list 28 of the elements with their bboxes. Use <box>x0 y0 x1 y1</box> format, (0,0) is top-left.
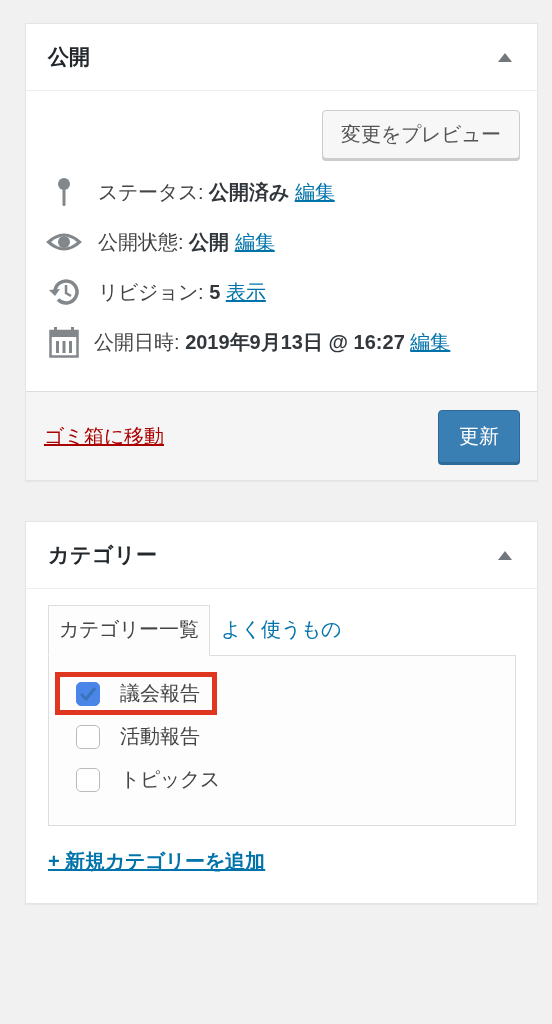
eye-icon <box>45 231 83 253</box>
checkbox[interactable] <box>76 724 100 749</box>
category-label: 活動報告 <box>120 724 200 749</box>
calendar-icon <box>49 326 79 358</box>
update-button[interactable]: 更新 <box>438 410 520 463</box>
trash-link[interactable]: ゴミ箱に移動 <box>44 423 164 450</box>
pin-icon <box>57 177 71 207</box>
panel-title: 公開 <box>48 44 90 70</box>
history-icon <box>48 277 80 307</box>
edit-link[interactable]: 編集 <box>294 181 335 203</box>
collapse-toggle-icon[interactable] <box>497 550 513 560</box>
checkbox[interactable] <box>76 767 100 792</box>
meta-text: ステータス: 公開済み 編集 <box>98 180 335 205</box>
checkbox[interactable] <box>76 681 100 706</box>
tab[interactable]: よく使うもの <box>210 605 352 656</box>
edit-link[interactable]: 編集 <box>410 331 451 353</box>
preview-button[interactable]: 変更をプレビュー <box>322 110 520 159</box>
meta-text: 公開状態: 公開 編集 <box>98 230 275 255</box>
edit-link[interactable]: 編集 <box>234 231 275 253</box>
edit-link[interactable]: 表示 <box>225 281 266 303</box>
meta-text: リビジョン: 5 表示 <box>98 280 266 305</box>
tab[interactable]: カテゴリー一覧 <box>48 605 210 656</box>
category-label: トピックス <box>120 767 220 792</box>
meta-text: 公開日時: 2019年9月13日 @ 16:27 編集 <box>94 331 451 353</box>
collapse-toggle-icon[interactable] <box>497 52 513 62</box>
category-label: 議会報告 <box>120 681 200 706</box>
add-category-link[interactable]: + 新規カテゴリーを追加 <box>48 848 266 875</box>
panel-title: カテゴリー <box>48 542 157 568</box>
